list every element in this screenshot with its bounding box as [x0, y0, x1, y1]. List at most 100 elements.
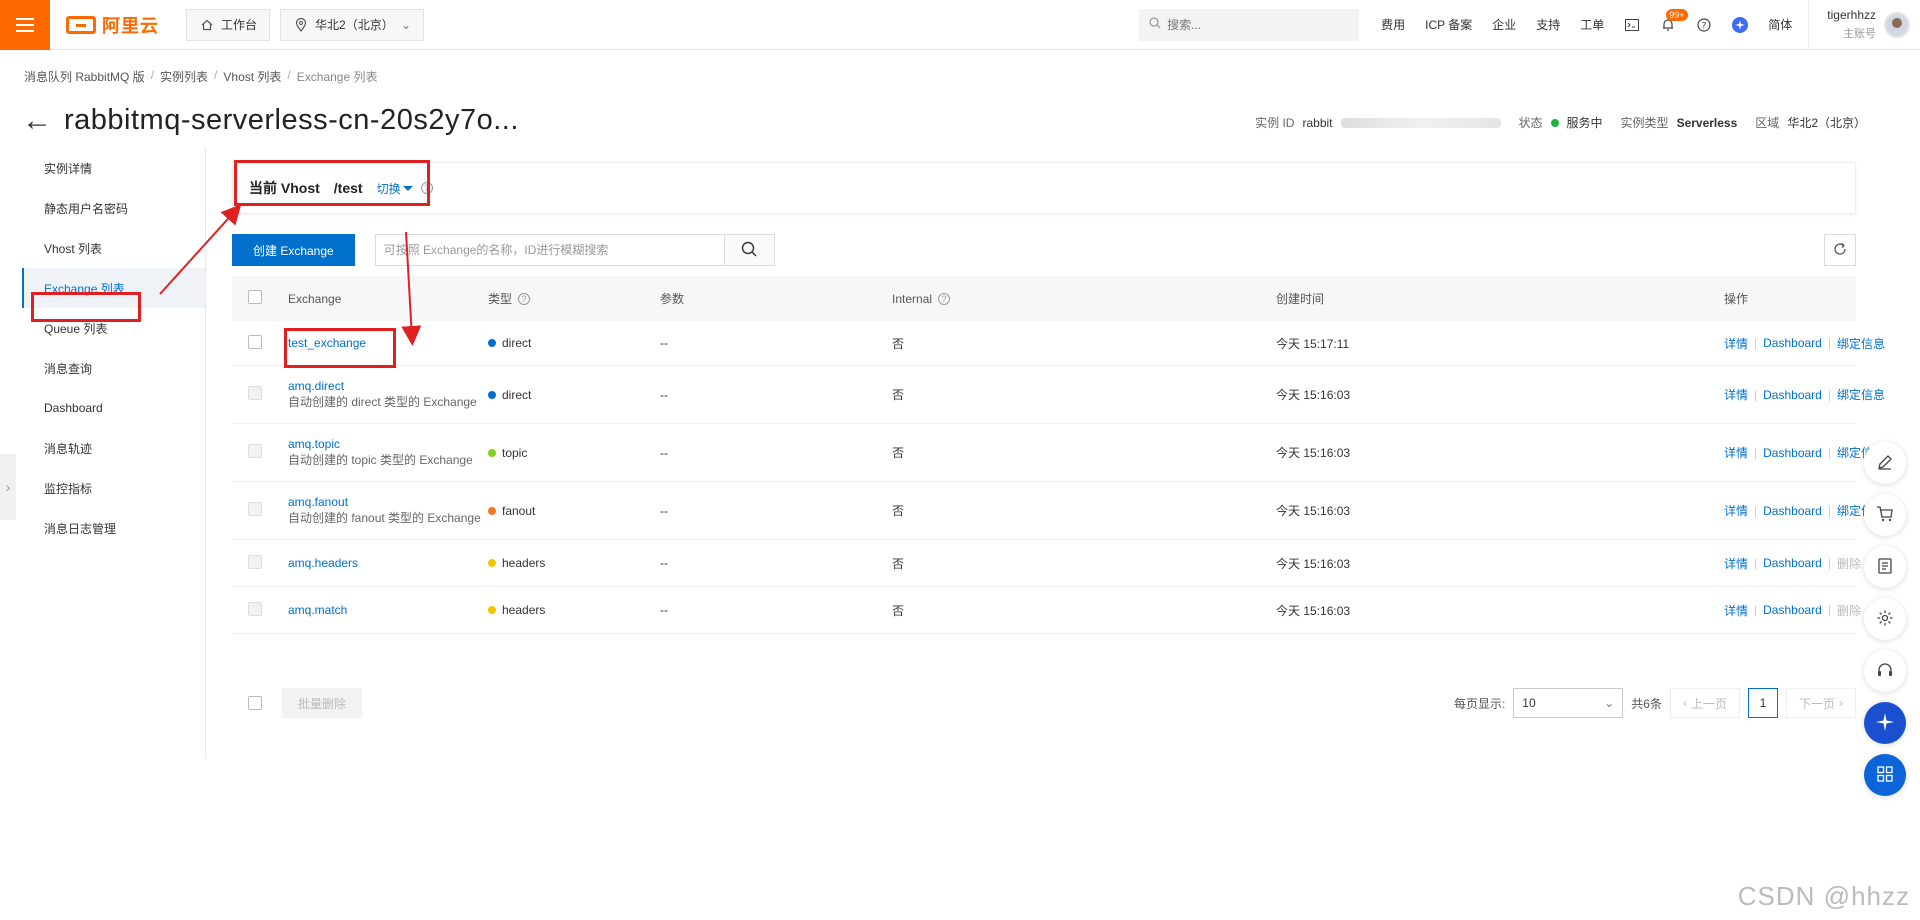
- user-menu[interactable]: tigerhhzz 主账号: [1808, 0, 1920, 50]
- global-search[interactable]: [1139, 8, 1360, 41]
- brand-logo[interactable]: 阿里云: [66, 12, 176, 38]
- exchange-name-link[interactable]: amq.headers: [288, 556, 358, 570]
- ai-assistant-button[interactable]: [1722, 0, 1758, 50]
- help-button[interactable]: ?: [1686, 0, 1722, 50]
- table-row: amq.match headers -- 否 今天 15:16:03 详情 | D…: [232, 587, 1861, 634]
- exchange-name-link[interactable]: amq.direct: [288, 379, 344, 393]
- search-icon: [741, 241, 757, 260]
- footer-select-all-checkbox[interactable]: [248, 696, 262, 710]
- sidebar-item-message-query[interactable]: 消息查询: [22, 348, 205, 388]
- global-search-input[interactable]: [1167, 17, 1338, 32]
- chevron-right-icon: ›: [1839, 696, 1843, 710]
- exchange-name-link[interactable]: amq.match: [288, 603, 347, 617]
- vhost-switch-button[interactable]: 切换: [377, 180, 413, 197]
- document-icon: [1876, 557, 1894, 578]
- sidebar: 实例详情 静态用户名密码 Vhost 列表 Exchange 列表 Queue …: [22, 148, 206, 758]
- help-icon[interactable]: ?: [938, 292, 951, 305]
- workbench-label: 工作台: [221, 18, 258, 32]
- column-exchange: Exchange: [288, 291, 342, 306]
- bindings-link[interactable]: 绑定信息: [1837, 335, 1885, 352]
- exchange-search-input[interactable]: [375, 235, 724, 265]
- exchange-name-link[interactable]: amq.fanout: [288, 495, 348, 509]
- help-icon[interactable]: ?: [518, 292, 531, 305]
- bell-icon: 99+: [1660, 8, 1688, 33]
- sidebar-item-monitoring[interactable]: 监控指标: [22, 468, 205, 508]
- back-arrow-icon[interactable]: ←: [22, 105, 52, 136]
- exchange-args: --: [660, 503, 668, 518]
- top-link-icp[interactable]: ICP 备案: [1415, 0, 1482, 50]
- table-footer: 批量删除 每页显示: 10 ⌄ 共6条 ‹ 上一页 1 下一页 ›: [232, 688, 1856, 718]
- detail-link[interactable]: 详情: [1724, 555, 1748, 572]
- dashboard-link[interactable]: Dashboard: [1763, 446, 1822, 460]
- current-vhost-panel: 当前 Vhost /test 切换 ?: [232, 162, 1856, 214]
- type-dot: [488, 606, 496, 614]
- exchange-name-link[interactable]: test_exchange: [288, 336, 366, 350]
- row-checkbox: [248, 502, 262, 516]
- support-float-button[interactable]: [1864, 650, 1906, 692]
- top-link-support[interactable]: 支持: [1526, 0, 1570, 50]
- detail-link[interactable]: 详情: [1724, 444, 1748, 461]
- settings-float-button[interactable]: [1864, 598, 1906, 640]
- doc-float-button[interactable]: [1864, 546, 1906, 588]
- sidebar-item-queues[interactable]: Queue 列表: [22, 308, 205, 348]
- bindings-link[interactable]: 绑定信息: [1837, 386, 1885, 403]
- exchange-internal: 否: [892, 603, 905, 618]
- sidebar-item-message-logs[interactable]: 消息日志管理: [22, 508, 205, 548]
- cart-float-button[interactable]: [1864, 494, 1906, 536]
- dashboard-link[interactable]: Dashboard: [1763, 556, 1822, 570]
- breadcrumb-item-product[interactable]: 消息队列 RabbitMQ 版: [24, 68, 145, 85]
- apps-float-button[interactable]: [1864, 754, 1906, 796]
- dashboard-link[interactable]: Dashboard: [1763, 603, 1822, 617]
- create-exchange-button[interactable]: 创建 Exchange: [232, 234, 355, 266]
- help-icon[interactable]: ?: [420, 182, 433, 194]
- sidebar-item-dashboard[interactable]: Dashboard: [22, 388, 205, 428]
- breadcrumb-item-instances[interactable]: 实例列表: [160, 68, 208, 85]
- dashboard-link[interactable]: Dashboard: [1763, 388, 1822, 402]
- breadcrumb: 消息队列 RabbitMQ 版 / 实例列表 / Vhost 列表 / Exch…: [24, 68, 378, 85]
- sidebar-item-static-credentials[interactable]: 静态用户名密码: [22, 188, 205, 228]
- sidebar-item-exchanges[interactable]: Exchange 列表: [22, 268, 205, 308]
- sidebar-item-vhosts[interactable]: Vhost 列表: [22, 228, 205, 268]
- exchange-name-link[interactable]: amq.topic: [288, 437, 340, 451]
- top-link-enterprise[interactable]: 企业: [1482, 0, 1526, 50]
- workbench-button[interactable]: 工作台: [186, 8, 271, 41]
- top-link-billing[interactable]: 费用: [1371, 0, 1415, 50]
- detail-link[interactable]: 详情: [1724, 386, 1748, 403]
- exchange-search-button[interactable]: [723, 235, 774, 265]
- detail-link[interactable]: 详情: [1724, 502, 1748, 519]
- sidebar-item-instance-detail[interactable]: 实例详情: [22, 148, 205, 188]
- exchange-table: Exchange 类型? 参数 Internal? 创建时间 操作 test_e…: [232, 276, 1885, 634]
- terminal-button[interactable]: [1614, 0, 1650, 50]
- ai-float-button[interactable]: [1864, 702, 1906, 744]
- detail-link[interactable]: 详情: [1724, 602, 1748, 619]
- column-args: 参数: [660, 292, 685, 306]
- dashboard-link[interactable]: Dashboard: [1763, 336, 1822, 350]
- edit-float-button[interactable]: [1864, 442, 1906, 484]
- page-size-select[interactable]: 10 ⌄: [1513, 688, 1624, 718]
- row-checkbox: [248, 601, 262, 616]
- page-number-current[interactable]: 1: [1747, 688, 1778, 718]
- refresh-button[interactable]: [1824, 234, 1856, 266]
- breadcrumb-item-vhosts[interactable]: Vhost 列表: [223, 68, 281, 85]
- table-row: amq.direct 自动创建的 direct 类型的 Exchange dir…: [232, 366, 1885, 424]
- question-icon: ?: [1696, 17, 1712, 33]
- sidebar-collapse-handle[interactable]: ›: [0, 454, 16, 520]
- notification-button[interactable]: 99+: [1650, 0, 1688, 50]
- language-switch[interactable]: 简体: [1758, 0, 1802, 50]
- column-ops: 操作: [1724, 292, 1749, 306]
- sidebar-item-message-trace[interactable]: 消息轨迹: [22, 428, 205, 468]
- avatar[interactable]: [1884, 11, 1910, 38]
- top-link-ticket[interactable]: 工单: [1570, 0, 1614, 50]
- exchange-internal: 否: [892, 504, 905, 518]
- refresh-icon: [1833, 242, 1847, 259]
- region-selector[interactable]: 华北2（北京） ⌄: [280, 8, 425, 41]
- select-all-checkbox[interactable]: [248, 290, 262, 304]
- menu-button[interactable]: [0, 0, 50, 50]
- type-dot: [488, 448, 496, 457]
- exchange-internal: 否: [892, 388, 905, 402]
- chevron-down-icon: ⌄: [400, 17, 412, 32]
- detail-link[interactable]: 详情: [1724, 335, 1748, 352]
- dashboard-link[interactable]: Dashboard: [1763, 504, 1822, 518]
- exchange-internal: 否: [892, 336, 905, 351]
- row-checkbox[interactable]: [248, 334, 262, 349]
